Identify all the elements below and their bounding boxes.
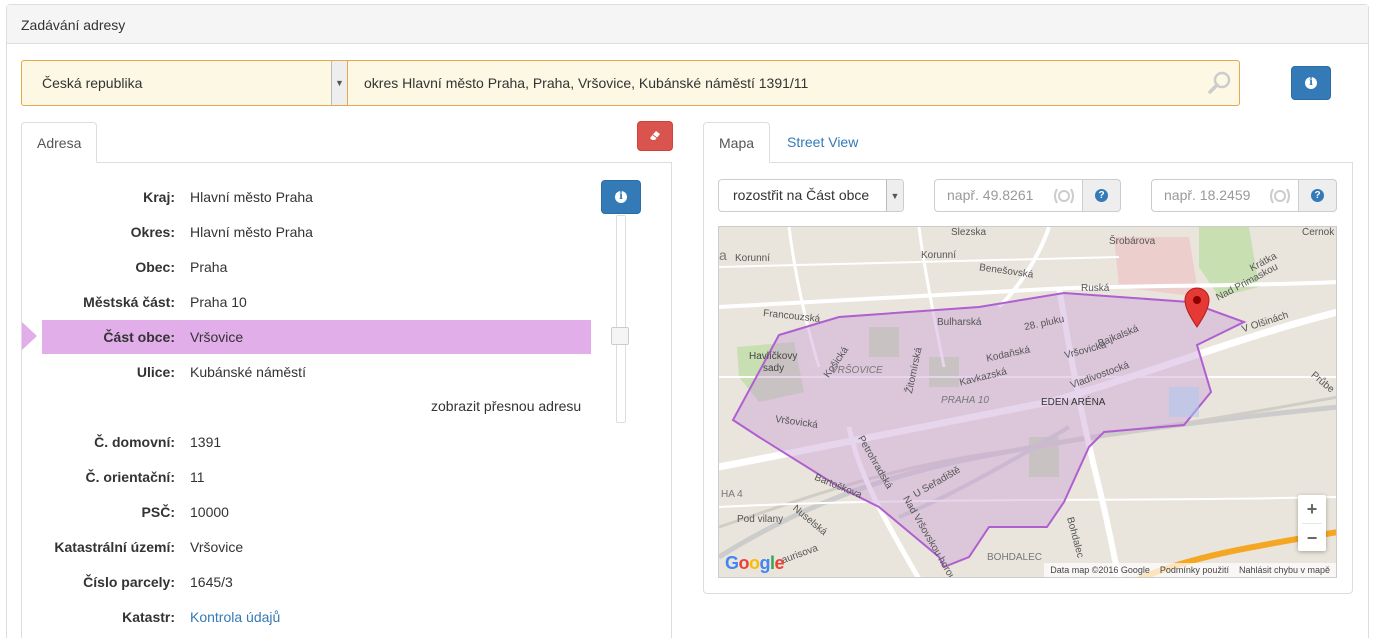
- field-value: 1645/3: [190, 574, 233, 590]
- zoom-in-button[interactable]: +: [1298, 495, 1326, 523]
- field-value: 10000: [190, 504, 229, 520]
- map-terms-link[interactable]: Podmínky použití: [1160, 565, 1229, 575]
- field-row-psc: PSČ: 10000: [42, 495, 591, 529]
- field-label: Okres:: [130, 224, 175, 240]
- info-icon: i: [1305, 77, 1317, 89]
- search-icon[interactable]: [1207, 70, 1233, 99]
- field-value: Kubánské náměstí: [190, 364, 306, 380]
- map-label-street: Korunní: [921, 250, 957, 261]
- field-label: Část obce:: [103, 329, 175, 345]
- country-select[interactable]: Česká republika ▼: [22, 61, 348, 105]
- field-value: 1391: [190, 434, 222, 450]
- info-icon: i: [615, 191, 627, 203]
- field-label: Kraj:: [143, 189, 175, 205]
- map-label-street: Pod vilany: [737, 514, 784, 525]
- field-row-cislo-domovni: Č. domovní: 1391: [42, 425, 591, 459]
- map-label-edge: a: [719, 247, 727, 263]
- address-search-value: okres Hlavní město Praha, Praha, Vršovic…: [364, 75, 809, 91]
- map-label-district: PRAHA 10: [941, 395, 989, 406]
- google-logo: Google: [725, 553, 785, 573]
- detail-info-button[interactable]: i: [601, 180, 641, 214]
- field-value: 11: [190, 469, 205, 485]
- field-label: Katastr:: [122, 609, 175, 625]
- tab-map[interactable]: Mapa: [703, 122, 771, 163]
- map-label-district: BOHDALEC: [987, 552, 1043, 563]
- map-label-street: Bulharská: [937, 317, 982, 328]
- map-data-credit: Data map ©2016 Google: [1050, 565, 1150, 575]
- latitude-placeholder: např. 49.8261: [947, 187, 1034, 203]
- field-label: PSČ:: [141, 504, 175, 520]
- show-exact-address-link[interactable]: zobrazit přesnou adresu: [431, 398, 581, 414]
- field-row-mestska-cast[interactable]: Městská část: Praha 10: [42, 285, 591, 319]
- field-label: Číslo parcely:: [83, 574, 175, 590]
- longitude-placeholder: např. 18.2459: [1164, 187, 1251, 203]
- zoom-level-select[interactable]: rozostřit na Část obce ▼: [718, 179, 904, 212]
- field-row-okres[interactable]: Okres: Hlavní město Praha: [42, 215, 591, 249]
- field-label: Katastrální území:: [54, 539, 175, 555]
- tab-street-view[interactable]: Street View: [772, 122, 873, 163]
- field-value: Praha: [190, 259, 228, 275]
- map-label-park: sady: [763, 363, 785, 374]
- eraser-icon: [648, 128, 662, 144]
- field-row-cislo-parcely: Číslo parcely: 1645/3: [42, 565, 591, 599]
- field-row-katastr: Katastr: Kontrola údajů: [42, 600, 591, 634]
- field-label: Č. domovní:: [94, 434, 175, 450]
- longitude-input[interactable]: např. 18.2459: [1151, 179, 1299, 212]
- map-label-poi: EDEN ARÉNA: [1041, 397, 1106, 408]
- level-slider-track[interactable]: [616, 215, 626, 423]
- field-row-kraj[interactable]: Kraj: Hlavní město Praha: [42, 180, 591, 214]
- gps-icon: [1052, 184, 1076, 211]
- map-footer: Data map ©2016 Google Podmínky použití N…: [1044, 563, 1336, 577]
- chevron-down-icon: ▼: [331, 61, 347, 105]
- zoom-level-value: rozostřit na Část obce: [733, 187, 870, 203]
- field-row-katastralni-uzemi: Katastrální území: Vršovice: [42, 530, 591, 564]
- field-value: Hlavní město Praha: [190, 224, 313, 240]
- tab-address[interactable]: Adresa: [21, 122, 98, 163]
- map-zoom-control: + −: [1298, 495, 1326, 551]
- field-row-cislo-orientacni: Č. orientační: 11: [42, 460, 591, 494]
- map-label-district: VRŠOVICE: [831, 365, 883, 376]
- cadastre-check-link[interactable]: Kontrola údajů: [190, 609, 280, 625]
- zoom-out-button[interactable]: −: [1298, 524, 1326, 552]
- longitude-help-button[interactable]: ?: [1299, 179, 1337, 212]
- panel-title: Zadávání adresy: [7, 5, 1368, 44]
- address-search-group: Česká republika ▼ okres Hlavní město Pra…: [21, 60, 1240, 106]
- map-label-district: HA 4: [721, 489, 743, 500]
- field-row-ulice[interactable]: Ulice: Kubánské náměstí: [42, 355, 591, 389]
- chevron-down-icon: ▼: [886, 180, 903, 211]
- field-label: Ulice:: [136, 364, 175, 380]
- latitude-help-button[interactable]: ?: [1083, 179, 1121, 212]
- gps-icon: [1268, 184, 1292, 211]
- field-row-obec[interactable]: Obec: Praha: [42, 250, 591, 284]
- map-label-street: Korunní: [735, 253, 771, 264]
- latitude-input[interactable]: např. 49.8261: [934, 179, 1083, 212]
- field-row-cast-obce[interactable]: Část obce: Vršovice: [42, 320, 591, 354]
- longitude-group: např. 18.2459 ?: [1151, 179, 1337, 212]
- clear-button[interactable]: [637, 121, 673, 151]
- field-value: Hlavní město Praha: [190, 189, 313, 205]
- field-value: Praha 10: [190, 294, 247, 310]
- field-label: Č. orientační:: [85, 469, 175, 485]
- field-value: Vršovice: [190, 539, 244, 555]
- address-info-button[interactable]: i: [1291, 66, 1331, 100]
- field-label: Obec:: [135, 259, 175, 275]
- map-report-link[interactable]: Nahlásit chybu v mapě: [1239, 565, 1330, 575]
- field-label: Městská část:: [83, 294, 175, 310]
- country-select-value: Česká republika: [42, 75, 143, 91]
- address-search-input[interactable]: okres Hlavní město Praha, Praha, Vršovic…: [348, 61, 1239, 105]
- question-icon: ?: [1095, 189, 1108, 202]
- level-slider-handle[interactable]: [611, 327, 629, 345]
- map-label-street: Slezska: [951, 227, 987, 238]
- selected-level-caret: [22, 322, 37, 350]
- map-view[interactable]: Slezska Korunní Korunní Benešovská Šrobá…: [718, 226, 1337, 578]
- map-label-street: Ruská: [1081, 283, 1110, 294]
- latitude-group: např. 49.8261 ?: [934, 179, 1121, 212]
- field-value: Vršovice: [190, 329, 244, 345]
- question-icon: ?: [1311, 189, 1324, 202]
- map-label-park: Havlíčkovy: [749, 351, 798, 362]
- map-label-street: Šrobárova: [1109, 236, 1156, 247]
- map-label-street: Černok: [1302, 227, 1335, 238]
